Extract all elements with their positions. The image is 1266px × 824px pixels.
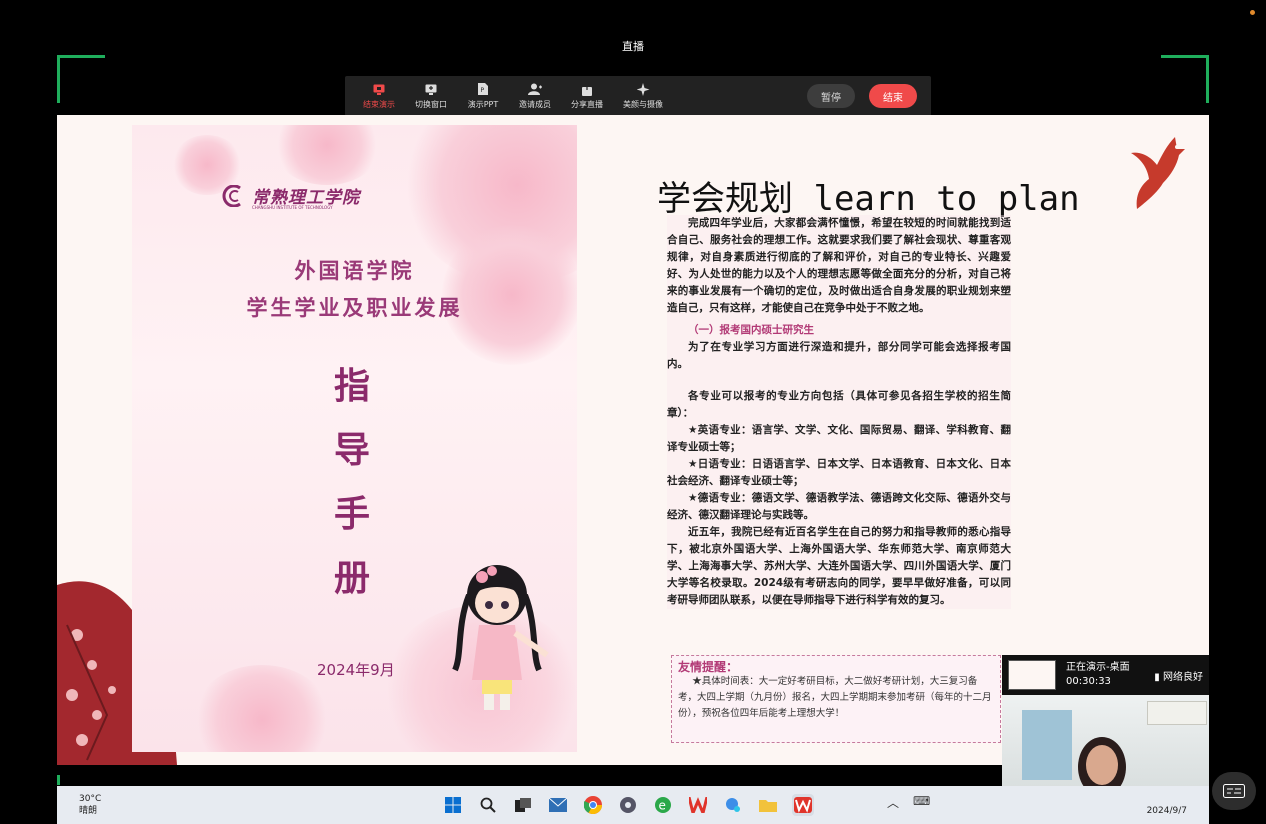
beauty-camera-label: 美颜与摄像 (623, 100, 663, 109)
stop-presenting-button[interactable]: 结束演示 (353, 82, 405, 110)
invite-member-label: 邀请成员 (519, 100, 551, 109)
share-live-label: 分享直播 (571, 100, 603, 109)
reminder-text: ★具体时间表：大一定好考研目标，大二做好考研计划，大三复习备考，大四上学期（九月… (678, 676, 992, 719)
air-conditioner (1147, 701, 1207, 725)
slide-heading: 学会规划 learn to plan (657, 179, 1080, 219)
share-live-button[interactable]: 分享直播 (561, 82, 613, 110)
friendly-reminder-box: 友情提醒： ★具体时间表：大一定好考研目标，大二做好考研计划，大三复习备考，大四… (671, 655, 1001, 743)
present-ppt-button[interactable]: P 演示PPT (457, 82, 509, 110)
recent-achievements-paragraph: 近五年，我院已经有近百名学生在自己的努力和指导教师的悉心指导下，被北京外国语大学… (667, 526, 1011, 606)
direction-japanese: ★日语专业：日语语言学、日本文学、日本语教育、日本文化、日本社会经济、翻译专业硕… (667, 458, 1011, 487)
capture-corner-top-right (1161, 55, 1209, 103)
cartoon-girl-illustration (452, 565, 549, 710)
reminder-title: 友情提醒： (678, 660, 739, 674)
chrome-icon[interactable] (582, 794, 604, 816)
cover-subtitle: 学生学业及职业发展 (246, 295, 463, 320)
university-logo: 常熟理工学院 CHANGSHU INSTITUTE OF TECHNOLOGY (220, 183, 360, 210)
beauty-sparkle-icon (636, 82, 650, 96)
wps-icon[interactable] (687, 794, 709, 816)
capture-corner-top-left (57, 55, 105, 103)
cover-title-char-2: 导 (334, 429, 371, 471)
cover-title-char-4: 册 (334, 557, 371, 599)
university-logo-mark (222, 184, 241, 207)
cover-title-char-3: 手 (334, 493, 371, 535)
direction-german: ★德语专业：德语文学、德语教学法、德语跨文化交际、德语外交与经济、德汉翻译理论与… (667, 492, 1011, 521)
captions-icon (1223, 784, 1245, 798)
screen-stop-icon (372, 82, 386, 96)
pause-button[interactable]: 暂停 (807, 84, 855, 108)
mail-icon[interactable] (547, 794, 569, 816)
directions-intro: 各专业可以报考的专业方向包括（具体可参见各招生学校的招生简章）： (667, 390, 1011, 419)
invite-user-icon (528, 82, 542, 96)
presenting-status: 正在演示-桌面 (1066, 662, 1130, 673)
weather-condition: 晴朗 (79, 806, 98, 816)
beauty-camera-button[interactable]: 美颜与摄像 (613, 82, 673, 110)
wps-office-icon[interactable] (792, 794, 814, 816)
windows-start-icon[interactable] (442, 794, 464, 816)
taskbar: 30°C 晴朗 e ︿ ⌨ 2024/9/7 (57, 786, 1209, 824)
elapsed-time: 00:30:33 (1066, 676, 1111, 687)
stop-presenting-label: 结束演示 (363, 100, 395, 109)
svg-text:e: e (659, 799, 666, 813)
ppt-icon: P (476, 82, 490, 96)
college-name: 外国语学院 (294, 258, 415, 283)
system-tray: ︿ ⌨ (887, 794, 930, 811)
temperature: 30°C (79, 794, 102, 804)
screen-capture: 直播 结束演示 切换窗口 P 演示PPT 邀请成员 分享直播 美颜与摄像 暂停 … (0, 0, 1266, 824)
file-explorer-icon[interactable] (757, 794, 779, 816)
settings-gear-icon[interactable] (617, 794, 639, 816)
direction-english: ★英语专业：语言学、文学、文化、国际贸易、翻译、学科教育、翻译专业硕士等； (667, 424, 1011, 453)
present-ppt-label: 演示PPT (467, 100, 499, 109)
switch-window-icon (424, 82, 438, 96)
edge-icon[interactable]: e (652, 794, 674, 816)
switch-window-label: 切换窗口 (415, 100, 447, 109)
desktop-thumbnail (1008, 660, 1056, 690)
live-toolbar: 结束演示 切换窗口 P 演示PPT 邀请成员 分享直播 美颜与摄像 暂停 结束 (345, 76, 931, 116)
cover-date: 2024年9月 (317, 661, 395, 679)
network-status: 网络良好 (1163, 671, 1203, 683)
status-dot (1250, 10, 1255, 15)
end-button[interactable]: 结束 (869, 84, 917, 108)
slide-body-text: 完成四年学业后，大家都会满怀憧憬，希望在较短的时间就能找到适合自己、服务社会的理… (667, 215, 1011, 609)
cover-title-char-1: 指 (334, 365, 371, 407)
section-intro-paragraph: 为了在专业学习方面进行深造和提升，部分同学可能会选择报考国内。 (667, 341, 1011, 370)
weather-widget[interactable]: 30°C 晴朗 (79, 793, 101, 817)
keyboard-icon[interactable]: ⌨ (913, 794, 930, 811)
university-name-english: CHANGSHU INSTITUTE OF TECHNOLOGY (252, 205, 333, 210)
presentation-status-panel[interactable]: 正在演示-桌面 00:30:33 ▮ 网络良好 (1002, 655, 1209, 695)
invite-member-button[interactable]: 邀请成员 (509, 82, 561, 110)
paper-cut-bird-icon (1131, 137, 1185, 209)
captions-button[interactable] (1212, 772, 1256, 810)
window-title: 直播 (622, 40, 644, 53)
task-view-icon[interactable] (512, 794, 534, 816)
switch-window-button[interactable]: 切换窗口 (405, 82, 457, 110)
share-icon (580, 82, 594, 96)
cloud-icon[interactable] (722, 794, 744, 816)
signal-bars-icon: ▮ (1154, 671, 1160, 683)
taskbar-date[interactable]: 2024/9/7 (1147, 806, 1187, 816)
search-icon[interactable] (477, 794, 499, 816)
chevron-up-icon[interactable]: ︿ (887, 794, 899, 811)
section-subheading: （一）报考国内硕士研究生 (688, 324, 814, 336)
intro-paragraph: 完成四年学业后，大家都会满怀憧憬，希望在较短的时间就能找到适合自己、服务社会的理… (667, 217, 1011, 314)
svg-text:P: P (481, 87, 485, 94)
